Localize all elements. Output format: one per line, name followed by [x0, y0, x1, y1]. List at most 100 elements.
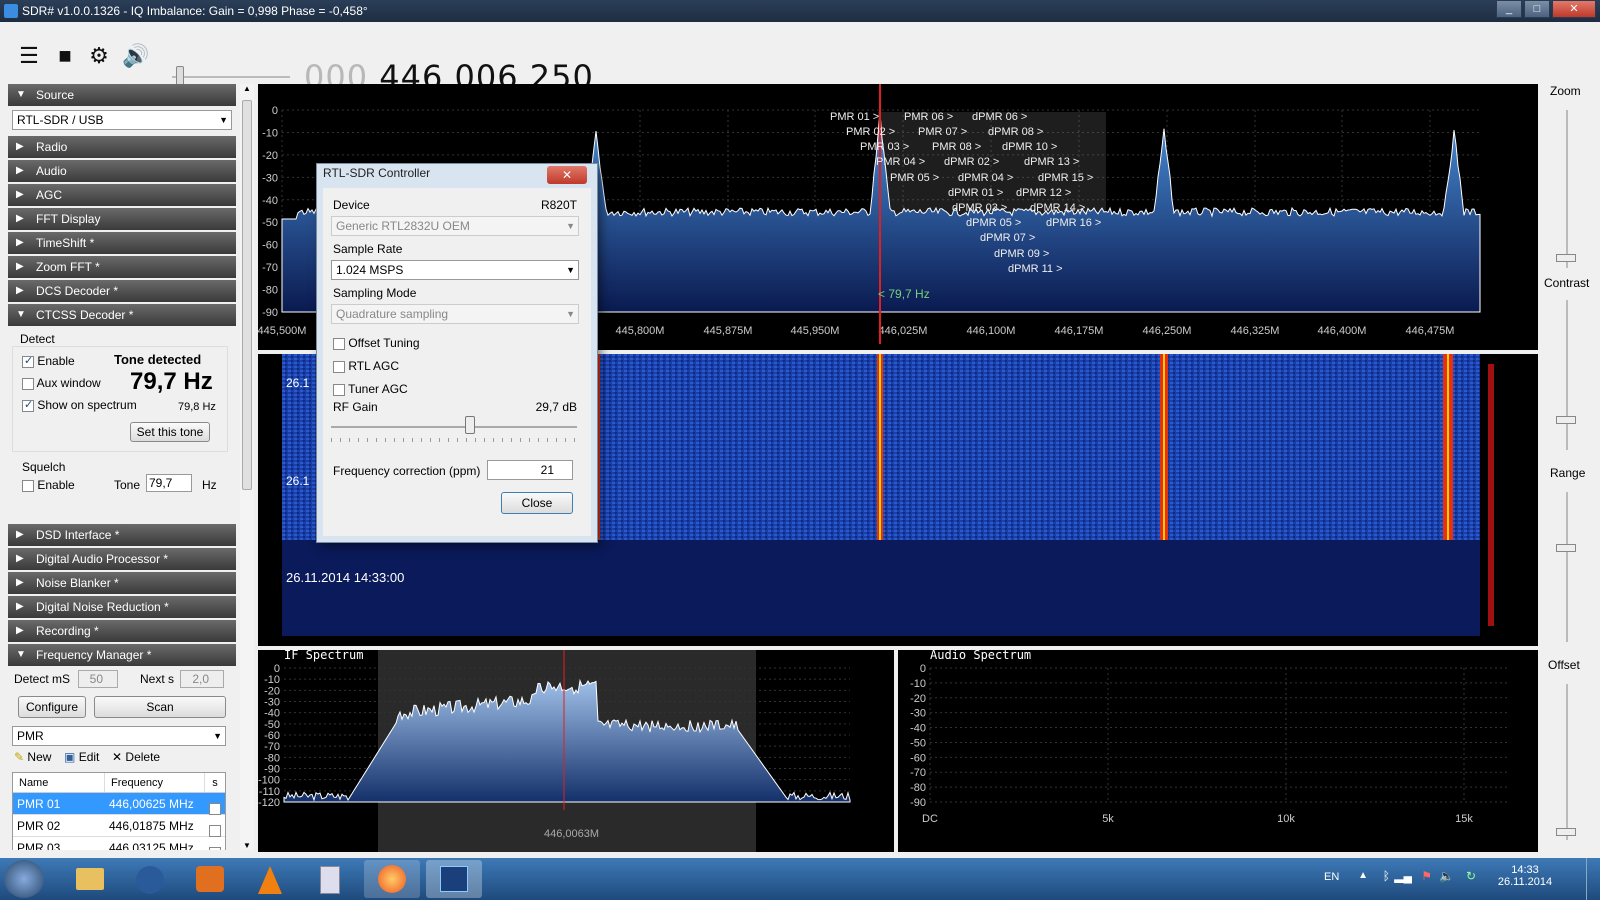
panel-audio[interactable]: ▶ Audio	[8, 160, 236, 182]
panel-frequency-manager[interactable]: ▼ Frequency Manager *	[8, 644, 236, 666]
language-indicator[interactable]: EN	[1324, 871, 1344, 883]
channel-label[interactable]: PMR 07 >	[918, 126, 967, 138]
channel-label[interactable]: dPMR 14 >	[1030, 202, 1085, 214]
panel-dsd-interface[interactable]: ▶ DSD Interface *	[8, 524, 236, 546]
dialog-close-icon[interactable]: ✕	[547, 166, 587, 184]
stop-icon[interactable]: ■	[52, 44, 78, 68]
panel-fft-display[interactable]: ▶ FFT Display	[8, 208, 236, 230]
sampling-mode-select[interactable]: Quadrature sampling ▼	[331, 304, 579, 324]
zoom-slider-track[interactable]	[1566, 110, 1568, 268]
firefox-icon[interactable]	[364, 860, 420, 898]
rf-gain-slider[interactable]	[465, 416, 475, 434]
audio-spectrum[interactable]: 0 -10 -20 -30 -40 -50 -60 -70 -80 -90 DC 5k 10k 15k A…	[898, 648, 1538, 852]
freq-correction-input[interactable]: 21	[487, 460, 573, 480]
column-frequency[interactable]: Frequency	[105, 773, 205, 792]
range-slider[interactable]	[1556, 544, 1576, 552]
media-player-icon[interactable]	[182, 860, 238, 898]
signal-icon[interactable]: ▂▄	[1394, 869, 1412, 883]
network-icon[interactable]: ↻	[1466, 869, 1476, 883]
dialog-close-button[interactable]: Close	[501, 492, 573, 514]
table-row[interactable]: PMR 02 446,01875 MHz	[13, 815, 225, 837]
panel-digital-noise-reduction[interactable]: ▶ Digital Noise Reduction *	[8, 596, 236, 618]
tuner-agc-checkbox[interactable]: Tuner AGC	[333, 382, 408, 396]
source-select[interactable]: RTL-SDR / USB ▼	[12, 110, 232, 130]
action-center-icon[interactable]: ⚑	[1421, 869, 1432, 883]
row-checkbox[interactable]	[205, 815, 225, 837]
offset-slider[interactable]	[1556, 828, 1576, 836]
explorer-icon[interactable]	[62, 860, 118, 898]
channel-label[interactable]: dPMR 04 >	[958, 172, 1013, 184]
channel-label[interactable]: dPMR 03 >	[952, 202, 1007, 214]
scrollbar-thumb[interactable]	[242, 100, 252, 490]
configure-button[interactable]: Configure	[18, 696, 86, 718]
table-row[interactable]: PMR 03 446,03125 MHz	[13, 837, 225, 850]
vlc-icon[interactable]	[242, 860, 298, 898]
channel-label[interactable]: PMR 08 >	[932, 141, 981, 153]
menu-icon[interactable]: ☰	[16, 44, 42, 68]
speaker-icon[interactable]: 🔊	[122, 44, 149, 68]
channel-label[interactable]: dPMR 01 >	[948, 187, 1003, 199]
volume-tray-icon[interactable]: 🔈	[1439, 869, 1454, 883]
group-select[interactable]: PMR ▼	[12, 726, 226, 746]
set-tone-button[interactable]: Set this tone	[130, 422, 210, 442]
new-button[interactable]: ✎ New	[14, 750, 51, 764]
panel-ctcss[interactable]: ▼ CTCSS Decoder *	[8, 304, 236, 326]
channel-label[interactable]: dPMR 02 >	[944, 156, 999, 168]
panel-source[interactable]: ▼ Source	[8, 84, 236, 106]
squelch-enable-checkbox[interactable]: Enable	[22, 478, 75, 492]
zoom-slider[interactable]	[1556, 254, 1576, 262]
channel-label[interactable]: dPMR 10 >	[1002, 141, 1057, 153]
close-window-button[interactable]: ✕	[1552, 0, 1596, 18]
rf-gain-slider-track[interactable]	[331, 426, 577, 428]
tone-input[interactable]: 79,7	[146, 474, 192, 492]
aux-window-checkbox[interactable]: Aux window	[22, 376, 101, 390]
start-button[interactable]	[4, 860, 44, 898]
show-hidden-icons-icon[interactable]: ▲	[1358, 870, 1368, 881]
panel-timeshift[interactable]: ▶ TimeShift *	[8, 232, 236, 254]
gear-icon[interactable]: ⚙	[86, 44, 112, 68]
channel-label[interactable]: dPMR 12 >	[1016, 187, 1071, 199]
show-on-spectrum-checkbox[interactable]: Show on spectrum	[22, 398, 137, 412]
channel-label[interactable]: dPMR 09 >	[994, 248, 1049, 260]
if-spectrum[interactable]: 0 -10 -20 -30 -40 -50 -60 -70 -80 -90 -100 -110 -120…	[258, 648, 894, 852]
column-s[interactable]: s	[205, 773, 225, 792]
channel-label[interactable]: dPMR 11 >	[1008, 263, 1063, 275]
panel-dcs-decoder[interactable]: ▶ DCS Decoder *	[8, 280, 236, 302]
row-checkbox[interactable]	[205, 793, 225, 815]
range-slider-track[interactable]	[1566, 492, 1568, 642]
media-center-icon[interactable]	[122, 860, 178, 898]
channel-label[interactable]: PMR 04 >	[876, 156, 925, 168]
bluetooth-icon[interactable]: ᛒ	[1383, 869, 1390, 883]
rtl-agc-checkbox[interactable]: RTL AGC	[333, 359, 399, 373]
offset-slider-track[interactable]	[1566, 684, 1568, 840]
sample-rate-select[interactable]: 1.024 MSPS ▼	[331, 260, 579, 280]
sidebar-scrollbar[interactable]: ▲ ▼	[240, 84, 254, 850]
device-select[interactable]: Generic RTL2832U OEM ▼	[331, 216, 579, 236]
offset-tuning-checkbox[interactable]: Offset Tuning	[333, 336, 420, 350]
panel-recording[interactable]: ▶ Recording *	[8, 620, 236, 642]
channel-label[interactable]: PMR 02 >	[846, 126, 895, 138]
channel-label[interactable]: PMR 06 >	[904, 111, 953, 123]
panel-zoom-fft[interactable]: ▶ Zoom FFT *	[8, 256, 236, 278]
scan-button[interactable]: Scan	[94, 696, 226, 718]
row-checkbox[interactable]	[205, 837, 225, 850]
channel-label[interactable]: PMR 05 >	[890, 172, 939, 184]
detect-ms-input[interactable]: 50	[78, 670, 118, 688]
clock[interactable]: 14:33 26.11.2014	[1490, 864, 1560, 888]
panel-agc[interactable]: ▶ AGC	[8, 184, 236, 206]
scroll-down-icon[interactable]: ▼	[240, 841, 254, 850]
delete-button[interactable]: ✕ Delete	[112, 750, 160, 764]
channel-label[interactable]: dPMR 13 >	[1024, 156, 1079, 168]
channel-label[interactable]: dPMR 05 >	[966, 217, 1021, 229]
channel-label[interactable]: dPMR 08 >	[988, 126, 1043, 138]
channel-label[interactable]: dPMR 06 >	[972, 111, 1027, 123]
panel-radio[interactable]: ▶ Radio	[8, 136, 236, 158]
calculator-icon[interactable]	[302, 860, 358, 898]
contrast-slider-track[interactable]	[1566, 300, 1568, 450]
panel-digital-audio-processor[interactable]: ▶ Digital Audio Processor *	[8, 548, 236, 570]
show-desktop-button[interactable]	[1586, 858, 1600, 900]
channel-label[interactable]: dPMR 15 >	[1038, 172, 1093, 184]
channel-label[interactable]: dPMR 16 >	[1046, 217, 1101, 229]
edit-button[interactable]: ▣ Edit	[64, 750, 99, 764]
contrast-slider[interactable]	[1556, 416, 1576, 424]
